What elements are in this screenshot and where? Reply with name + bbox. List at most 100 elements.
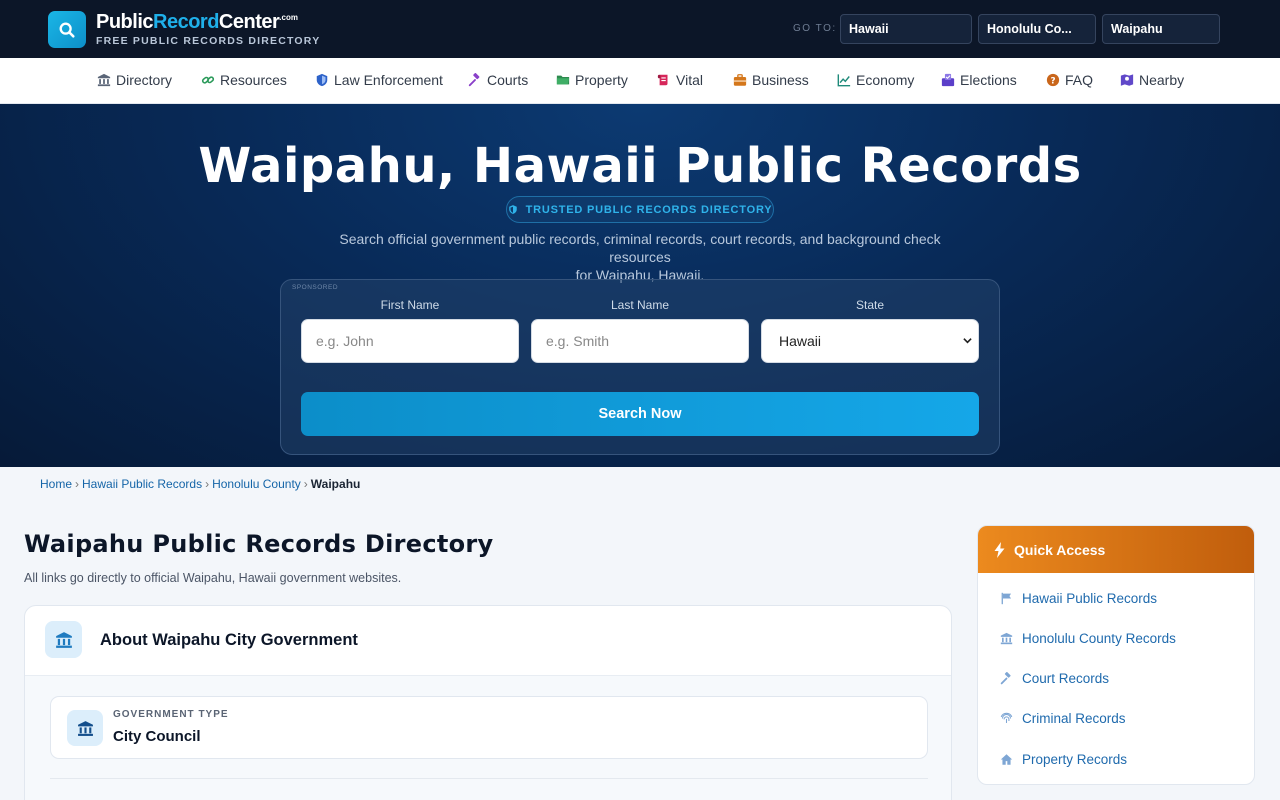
nav-courts[interactable]: Courts bbox=[468, 72, 528, 88]
quick-link-label: Property Records bbox=[1022, 752, 1128, 767]
site-tagline: FREE PUBLIC RECORDS DIRECTORY bbox=[96, 35, 321, 47]
breadcrumb-separator: › bbox=[75, 477, 80, 491]
chart-line-icon bbox=[837, 74, 851, 87]
logo-word-center: Center bbox=[218, 11, 280, 33]
breadcrumb-county[interactable]: Honolulu County bbox=[212, 477, 301, 491]
svg-text:?: ? bbox=[1050, 77, 1055, 87]
scroll-icon bbox=[657, 74, 668, 86]
quick-link-property-records[interactable]: Property Records bbox=[1000, 752, 1127, 767]
about-card-title: About Waipahu City Government bbox=[100, 631, 358, 649]
nav-label: Resources bbox=[220, 72, 287, 88]
breadcrumb-state[interactable]: Hawaii Public Records bbox=[82, 477, 202, 491]
nav-resources[interactable]: Resources bbox=[201, 72, 287, 88]
search-now-button[interactable]: Search Now bbox=[301, 392, 979, 436]
breadcrumb-separator: › bbox=[205, 477, 210, 491]
nav-label: Business bbox=[752, 72, 809, 88]
goto-label: GO TO: bbox=[793, 23, 837, 34]
government-type-label: GOVERNMENT TYPE bbox=[113, 709, 229, 720]
last-name-input[interactable]: e.g. Smith bbox=[531, 319, 749, 363]
quick-link-hawaii-records[interactable]: Hawaii Public Records bbox=[1000, 591, 1157, 606]
nav-label: Property bbox=[575, 72, 628, 88]
hero-section: Waipahu, Hawaii Public Records TRUSTED P… bbox=[0, 104, 1280, 467]
landmark-icon bbox=[67, 710, 103, 746]
nav-label: Law Enforcement bbox=[334, 72, 443, 88]
nav-property[interactable]: Property bbox=[556, 72, 628, 88]
about-government-card: About Waipahu City Government GOVERNMENT… bbox=[24, 605, 952, 800]
quick-link-court-records[interactable]: Court Records bbox=[1000, 671, 1109, 686]
landmark-icon bbox=[1000, 632, 1013, 645]
folder-icon bbox=[556, 75, 570, 85]
briefcase-icon bbox=[733, 74, 747, 86]
state-select[interactable]: Hawaii bbox=[761, 319, 979, 363]
nav-label: FAQ bbox=[1065, 72, 1094, 88]
quick-access-header: Quick Access bbox=[978, 526, 1254, 573]
nav-economy[interactable]: Economy bbox=[837, 72, 914, 88]
home-icon bbox=[1000, 754, 1013, 765]
trusted-badge-label: TRUSTED PUBLIC RECORDS DIRECTORY bbox=[525, 203, 773, 216]
main-nav: Directory Resources Law Enforcement Cour… bbox=[0, 58, 1280, 104]
nav-faq[interactable]: ? FAQ bbox=[1046, 72, 1093, 88]
goto-city-select[interactable]: Waipahu bbox=[1102, 14, 1220, 44]
vote-icon bbox=[941, 73, 955, 87]
chevron-down-icon bbox=[963, 338, 972, 344]
about-card-body: GOVERNMENT TYPE City Council bbox=[25, 676, 951, 800]
search-form: SPONSORED First Name Last Name State e.g… bbox=[280, 279, 1000, 455]
quick-access-title: Quick Access bbox=[1014, 541, 1106, 558]
first-name-input[interactable]: e.g. John bbox=[301, 319, 519, 363]
flag-icon bbox=[1001, 592, 1012, 605]
link-icon bbox=[201, 76, 215, 84]
gavel-icon bbox=[1000, 672, 1011, 685]
fingerprint-icon bbox=[1000, 712, 1013, 723]
nav-label: Courts bbox=[487, 72, 529, 88]
breadcrumb-current: Waipahu bbox=[310, 477, 361, 491]
quick-link-criminal-records[interactable]: Criminal Records bbox=[1000, 711, 1126, 726]
quick-link-label: Honolulu County Records bbox=[1022, 631, 1176, 646]
nav-label: Elections bbox=[960, 72, 1017, 88]
breadcrumb-separator: › bbox=[303, 477, 308, 491]
shield-icon bbox=[316, 73, 328, 87]
government-type-value: City Council bbox=[113, 728, 201, 745]
quick-link-honolulu-county[interactable]: Honolulu County Records bbox=[1000, 631, 1176, 646]
landmark-icon bbox=[97, 73, 111, 87]
logo-word-public: Public bbox=[96, 11, 154, 33]
search-logo-icon[interactable] bbox=[48, 11, 86, 48]
site-logo[interactable]: PublicRecordCenter.com bbox=[96, 11, 298, 34]
goto-county-select[interactable]: Honolulu Co... bbox=[978, 14, 1096, 44]
nav-directory[interactable]: Directory bbox=[97, 72, 172, 88]
breadcrumb-home[interactable]: Home bbox=[40, 477, 72, 491]
trusted-badge: TRUSTED PUBLIC RECORDS DIRECTORY bbox=[506, 196, 774, 223]
nav-nearby[interactable]: Nearby bbox=[1120, 72, 1184, 88]
breadcrumb: Home › Hawaii Public Records › Honolulu Coun… bbox=[40, 477, 360, 491]
logo-word-record: Record bbox=[153, 11, 219, 33]
state-label: State bbox=[855, 298, 885, 312]
quick-link-label: Hawaii Public Records bbox=[1022, 591, 1158, 606]
landmark-icon bbox=[45, 621, 82, 658]
hero-description-line: Search official government public record… bbox=[339, 231, 941, 265]
state-select-value: Hawaii bbox=[779, 333, 822, 349]
directory-subtitle: All links go directly to official Waipah… bbox=[24, 571, 402, 585]
nav-label: Nearby bbox=[1139, 72, 1185, 88]
directory-title: Waipahu Public Records Directory bbox=[24, 530, 494, 558]
bolt-icon bbox=[994, 541, 1005, 558]
page-title: Waipahu, Hawaii Public Records bbox=[198, 138, 1082, 194]
nav-law-enforcement[interactable]: Law Enforcement bbox=[315, 72, 443, 88]
nav-label: Vital bbox=[676, 72, 703, 88]
goto-state-select[interactable]: Hawaii bbox=[840, 14, 972, 44]
quick-link-label: Criminal Records bbox=[1022, 711, 1126, 726]
map-icon bbox=[1120, 74, 1134, 86]
nav-business[interactable]: Business bbox=[733, 72, 809, 88]
question-icon: ? bbox=[1046, 73, 1060, 87]
about-card-header[interactable]: About Waipahu City Government bbox=[25, 606, 951, 676]
divider bbox=[50, 778, 928, 779]
nav-elections[interactable]: Elections bbox=[941, 72, 1017, 88]
quick-link-label: Court Records bbox=[1022, 671, 1110, 686]
nav-label: Directory bbox=[116, 72, 173, 88]
government-type-box: GOVERNMENT TYPE City Council bbox=[50, 696, 928, 759]
nav-vital[interactable]: Vital bbox=[657, 72, 703, 88]
top-bar: PublicRecordCenter.com FREE PUBLIC RECOR… bbox=[0, 0, 1280, 58]
sponsored-label: SPONSORED bbox=[292, 284, 339, 291]
logo-tld: .com bbox=[279, 13, 298, 22]
last-name-label: Last Name bbox=[610, 298, 670, 312]
nav-label: Economy bbox=[856, 72, 915, 88]
shield-icon bbox=[508, 205, 517, 214]
